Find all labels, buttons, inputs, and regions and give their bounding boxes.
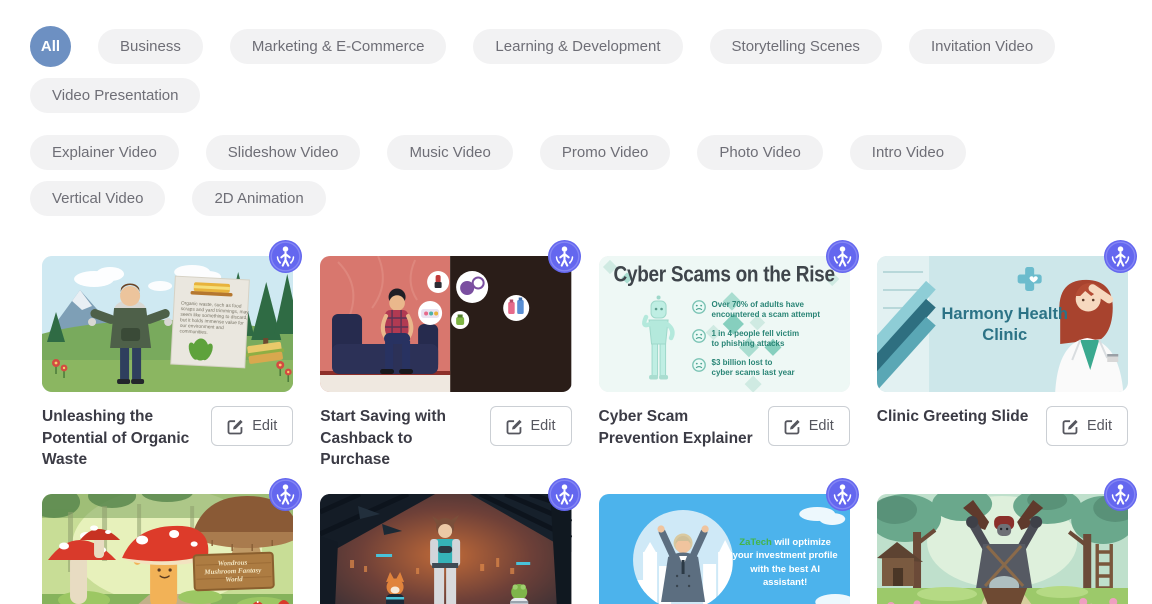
clinic-slide-title: Harmony Health Clinic — [929, 304, 1081, 347]
template-card-clinic: Harmony Health Clinic Clinic Greeting Sl… — [877, 256, 1128, 472]
thumbnail-art: Organic waste, such as food scraps and y… — [42, 256, 293, 392]
character-rotate-icon — [1104, 478, 1137, 511]
filter-intro-video[interactable]: Intro Video — [850, 135, 966, 170]
edit-pencil-icon — [784, 418, 801, 435]
filter-slideshow-video[interactable]: Slideshow Video — [206, 135, 361, 170]
template-title: Start Saving with Cashback to Purchase — [320, 406, 481, 471]
mushroom-world-illustration: Wondrous Mushroom Fantasy World — [42, 494, 293, 604]
thumbnail-organic-waste[interactable]: Organic waste, such as food scraps and y… — [42, 256, 293, 392]
template-card-fantasy-monster: Fantasy Monster Game Edit — [877, 494, 1128, 604]
sad-face-icon — [692, 300, 706, 314]
template-card-investment: ZaTech will optimize your investment pro… — [599, 494, 850, 604]
cyber-headline: Cyber Scams on the Rise — [599, 263, 850, 288]
thumbnail-art — [320, 494, 571, 604]
template-card-mushroom-world: Wondrous Mushroom Fantasy World The — [42, 494, 293, 604]
fantasy-monster-illustration — [877, 494, 1128, 604]
thumbnail-art — [320, 256, 571, 392]
filter-storytelling-scenes[interactable]: Storytelling Scenes — [710, 29, 882, 64]
character-rotate-icon — [826, 240, 859, 273]
edit-button[interactable]: Edit — [1046, 406, 1128, 446]
edit-button-label: Edit — [252, 418, 277, 434]
filter-vertical-video[interactable]: Vertical Video — [30, 181, 165, 216]
thumbnail-investment[interactable]: ZaTech will optimize your investment pro… — [599, 494, 850, 604]
character-rotate-icon — [1104, 240, 1137, 273]
filter-2d-animation[interactable]: 2D Animation — [192, 181, 325, 216]
thumbnail-art: ZaTech will optimize your investment pro… — [599, 494, 850, 604]
ad-brand-name: ZaTech — [739, 537, 772, 548]
thumbnail-clinic[interactable]: Harmony Health Clinic — [877, 256, 1128, 392]
template-card-cyber-scam: Cyber Scams on the Rise Over 70% of adul… — [599, 256, 850, 472]
thumbnail-art: Wondrous Mushroom Fantasy World — [42, 494, 293, 604]
edit-button[interactable]: Edit — [211, 406, 293, 446]
cyber-bullet: $3 billion lost tocyber scams last year — [692, 358, 820, 379]
edit-button-label: Edit — [531, 418, 556, 434]
organic-waste-illustration: Organic waste, such as food scraps and y… — [42, 256, 293, 392]
card-footer: Clinic Greeting Slide Edit — [877, 406, 1128, 472]
card-footer: Start Saving with Cashback to Purchase E… — [320, 406, 571, 472]
cyber-bullet-list: Over 70% of adults haveencountered a sca… — [692, 300, 820, 378]
filter-photo-video[interactable]: Photo Video — [697, 135, 822, 170]
ad-copy: ZaTech will optimize your investment pro… — [731, 536, 840, 589]
filter-explainer-video[interactable]: Explainer Video — [30, 135, 179, 170]
cyber-bullet: Over 70% of adults haveencountered a sca… — [692, 300, 820, 321]
filter-business[interactable]: Business — [98, 29, 203, 64]
character-rotate-icon — [548, 240, 581, 273]
thumbnail-cyber-scam[interactable]: Cyber Scams on the Rise Over 70% of adul… — [599, 256, 850, 392]
template-card-cashback: Start Saving with Cashback to Purchase E… — [320, 256, 571, 472]
thumbnail-cashback[interactable] — [320, 256, 571, 392]
thumbnail-fantasy-monster[interactable] — [877, 494, 1128, 604]
cashback-illustration — [320, 256, 571, 392]
edit-pencil-icon — [227, 418, 244, 435]
thumbnail-mushroom-world[interactable]: Wondrous Mushroom Fantasy World — [42, 494, 293, 604]
sad-face-icon — [692, 329, 706, 343]
cyber-bullet: 1 in 4 people fell victimto phishing att… — [692, 329, 820, 350]
filter-learning-development[interactable]: Learning & Development — [473, 29, 682, 64]
template-card-space-festival: Space Festival Celebration Edit — [320, 494, 571, 604]
edit-pencil-icon — [1062, 418, 1079, 435]
filter-all[interactable]: All — [30, 26, 71, 67]
thumbnail-art — [877, 494, 1128, 604]
template-title: Clinic Greeting Slide — [877, 406, 1029, 428]
template-grid: Organic waste, such as food scraps and y… — [42, 256, 1128, 604]
card-footer: Unleashing the Potential of Organic Wast… — [42, 406, 293, 472]
card-footer: Cyber Scam Prevention Explainer Edit — [599, 406, 850, 472]
sad-face-icon — [692, 358, 706, 372]
space-festival-illustration — [320, 494, 571, 604]
template-card-organic-waste: Organic waste, such as food scraps and y… — [42, 256, 293, 472]
character-rotate-icon — [548, 478, 581, 511]
edit-button[interactable]: Edit — [490, 406, 572, 446]
filter-invitation-video[interactable]: Invitation Video — [909, 29, 1055, 64]
filter-video-presentation[interactable]: Video Presentation — [30, 78, 200, 113]
filter-marketing-ecommerce[interactable]: Marketing & E-Commerce — [230, 29, 447, 64]
edit-button-label: Edit — [809, 418, 834, 434]
filter-bar: All Business Marketing & E-Commerce Lear… — [30, 26, 1122, 216]
edit-button-label: Edit — [1087, 418, 1112, 434]
character-rotate-icon — [269, 478, 302, 511]
template-title: Unleashing the Potential of Organic Wast… — [42, 406, 203, 471]
character-rotate-icon — [826, 478, 859, 511]
edit-button[interactable]: Edit — [768, 406, 850, 446]
thumbnail-art: Cyber Scams on the Rise Over 70% of adul… — [599, 256, 850, 392]
thumbnail-art: Harmony Health Clinic — [877, 256, 1128, 392]
filter-music-video[interactable]: Music Video — [387, 135, 512, 170]
filter-promo-video[interactable]: Promo Video — [540, 135, 670, 170]
template-title: Cyber Scam Prevention Explainer — [599, 406, 760, 449]
edit-pencil-icon — [506, 418, 523, 435]
character-rotate-icon — [269, 240, 302, 273]
thumbnail-space-festival[interactable] — [320, 494, 571, 604]
